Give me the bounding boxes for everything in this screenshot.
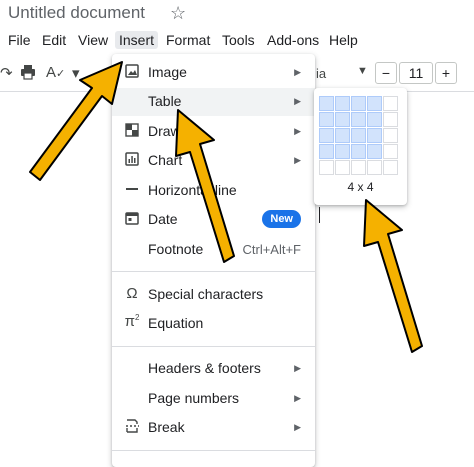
table-grid-cell[interactable]: [319, 112, 334, 127]
font-selector[interactable]: ia: [316, 66, 326, 81]
menu-bar: File Edit View Insert Format Tools Add-o…: [0, 30, 474, 52]
menu-format[interactable]: Format: [162, 31, 214, 49]
menu-item-label: Image: [148, 64, 187, 80]
submenu-arrow-icon: ▶: [294, 96, 301, 106]
insert-headers-footers-item[interactable]: Headers & footers ▶: [112, 355, 315, 383]
table-grid-cell[interactable]: [335, 144, 350, 159]
table-grid-cell[interactable]: [351, 96, 366, 111]
insert-footnote-item[interactable]: Footnote Ctrl+Alt+F: [112, 236, 315, 264]
menu-item-label: Date: [148, 211, 178, 227]
menu-item-label: Chart: [148, 152, 183, 168]
table-grid-cell[interactable]: [383, 112, 398, 127]
table-grid-cell[interactable]: [383, 128, 398, 143]
font-size-decrease-button[interactable]: −: [375, 62, 397, 84]
menu-item-label: Special characters: [148, 286, 264, 302]
insert-special-characters-item[interactable]: Ω Special characters: [112, 281, 315, 309]
text-cursor: [319, 207, 320, 223]
chart-icon: [124, 152, 140, 169]
menu-edit[interactable]: Edit: [38, 31, 70, 49]
document-title[interactable]: Untitled document: [8, 3, 145, 23]
table-grid-cell[interactable]: [367, 160, 382, 175]
insert-break-item[interactable]: Break ▶: [112, 414, 315, 442]
insert-horizontal-line-item[interactable]: Horizontal line: [112, 177, 315, 205]
menu-divider: [112, 450, 315, 451]
table-grid-cell[interactable]: [351, 128, 366, 143]
menu-insert[interactable]: Insert: [115, 31, 159, 49]
pi-icon: π2: [124, 313, 140, 330]
table-grid-cell[interactable]: [335, 96, 350, 111]
menu-item-label: Page numbers: [148, 390, 240, 406]
table-size-label: 4 x 4: [347, 180, 374, 194]
table-grid-cell[interactable]: [319, 128, 334, 143]
table-grid-cell[interactable]: [351, 160, 366, 175]
table-grid-cell[interactable]: [367, 96, 382, 111]
table-grid-cell[interactable]: [351, 112, 366, 127]
break-icon: [124, 419, 140, 436]
submenu-arrow-icon: ▶: [294, 393, 301, 403]
table-grid-cell[interactable]: [367, 112, 382, 127]
paint-format-icon[interactable]: ▾: [72, 64, 80, 82]
menu-item-label: Break: [148, 419, 185, 435]
submenu-arrow-icon: ▶: [294, 363, 301, 373]
menu-item-label: Horizontal line: [148, 182, 237, 198]
menu-divider: [112, 346, 315, 347]
title-bar: Untitled document ☆: [0, 0, 474, 30]
table-grid-cell[interactable]: [367, 144, 382, 159]
insert-image-item[interactable]: Image ▶: [112, 59, 315, 87]
horizontal-line-icon: [124, 182, 140, 199]
table-size-picker: 4 x 4: [314, 88, 407, 205]
insert-chart-item[interactable]: Chart ▶: [112, 147, 315, 175]
menu-item-label: Drawing: [148, 123, 200, 139]
insert-table-item[interactable]: Table ▶: [112, 88, 315, 116]
table-grid-cell[interactable]: [319, 160, 334, 175]
image-icon: [124, 64, 140, 81]
table-grid-cell[interactable]: [367, 128, 382, 143]
insert-menu: Image ▶ Table ▶ Drawing ▶ Chart ▶ Horizo…: [112, 54, 315, 467]
font-caret-icon[interactable]: ▼: [357, 65, 368, 77]
table-grid-cell[interactable]: [319, 144, 334, 159]
submenu-arrow-icon: ▶: [294, 422, 301, 432]
drawing-icon: [124, 123, 140, 140]
table-grid-cell[interactable]: [351, 144, 366, 159]
table-grid-cell[interactable]: [383, 96, 398, 111]
submenu-arrow-icon: ▶: [294, 126, 301, 136]
insert-equation-item[interactable]: π2 Equation: [112, 310, 315, 338]
menu-tools[interactable]: Tools: [218, 31, 259, 49]
menu-item-label: Equation: [148, 315, 204, 331]
spellcheck-icon[interactable]: A✓: [46, 64, 65, 81]
redo-icon[interactable]: ↷: [0, 64, 13, 82]
insert-date-item[interactable]: Date New: [112, 206, 315, 234]
menu-file[interactable]: File: [4, 31, 35, 49]
calendar-icon: [124, 211, 140, 228]
menu-item-label: Headers & footers: [148, 360, 261, 376]
table-grid-cell[interactable]: [335, 128, 350, 143]
submenu-arrow-icon: ▶: [294, 155, 301, 165]
menu-divider: [112, 271, 315, 272]
table-grid-cell[interactable]: [319, 96, 334, 111]
insert-page-numbers-item[interactable]: Page numbers ▶: [112, 385, 315, 413]
table-grid-cell[interactable]: [383, 160, 398, 175]
new-badge: New: [262, 210, 301, 228]
omega-icon: Ω: [126, 285, 138, 302]
star-icon[interactable]: ☆: [170, 3, 186, 24]
submenu-arrow-icon: ▶: [294, 67, 301, 77]
insert-drawing-item[interactable]: Drawing ▶: [112, 118, 315, 146]
font-size-input[interactable]: 11: [399, 62, 433, 84]
menu-view[interactable]: View: [74, 31, 112, 49]
keyboard-shortcut: Ctrl+Alt+F: [242, 242, 301, 257]
font-size-increase-button[interactable]: +: [435, 62, 457, 84]
menu-help[interactable]: Help: [325, 31, 362, 49]
menu-item-label: Table: [148, 93, 182, 109]
menu-item-label: Footnote: [148, 241, 204, 257]
table-grid-cell[interactable]: [335, 160, 350, 175]
table-grid-cell[interactable]: [335, 112, 350, 127]
table-grid-cell[interactable]: [383, 144, 398, 159]
print-icon[interactable]: [20, 64, 36, 84]
menu-addons[interactable]: Add-ons: [263, 31, 323, 49]
